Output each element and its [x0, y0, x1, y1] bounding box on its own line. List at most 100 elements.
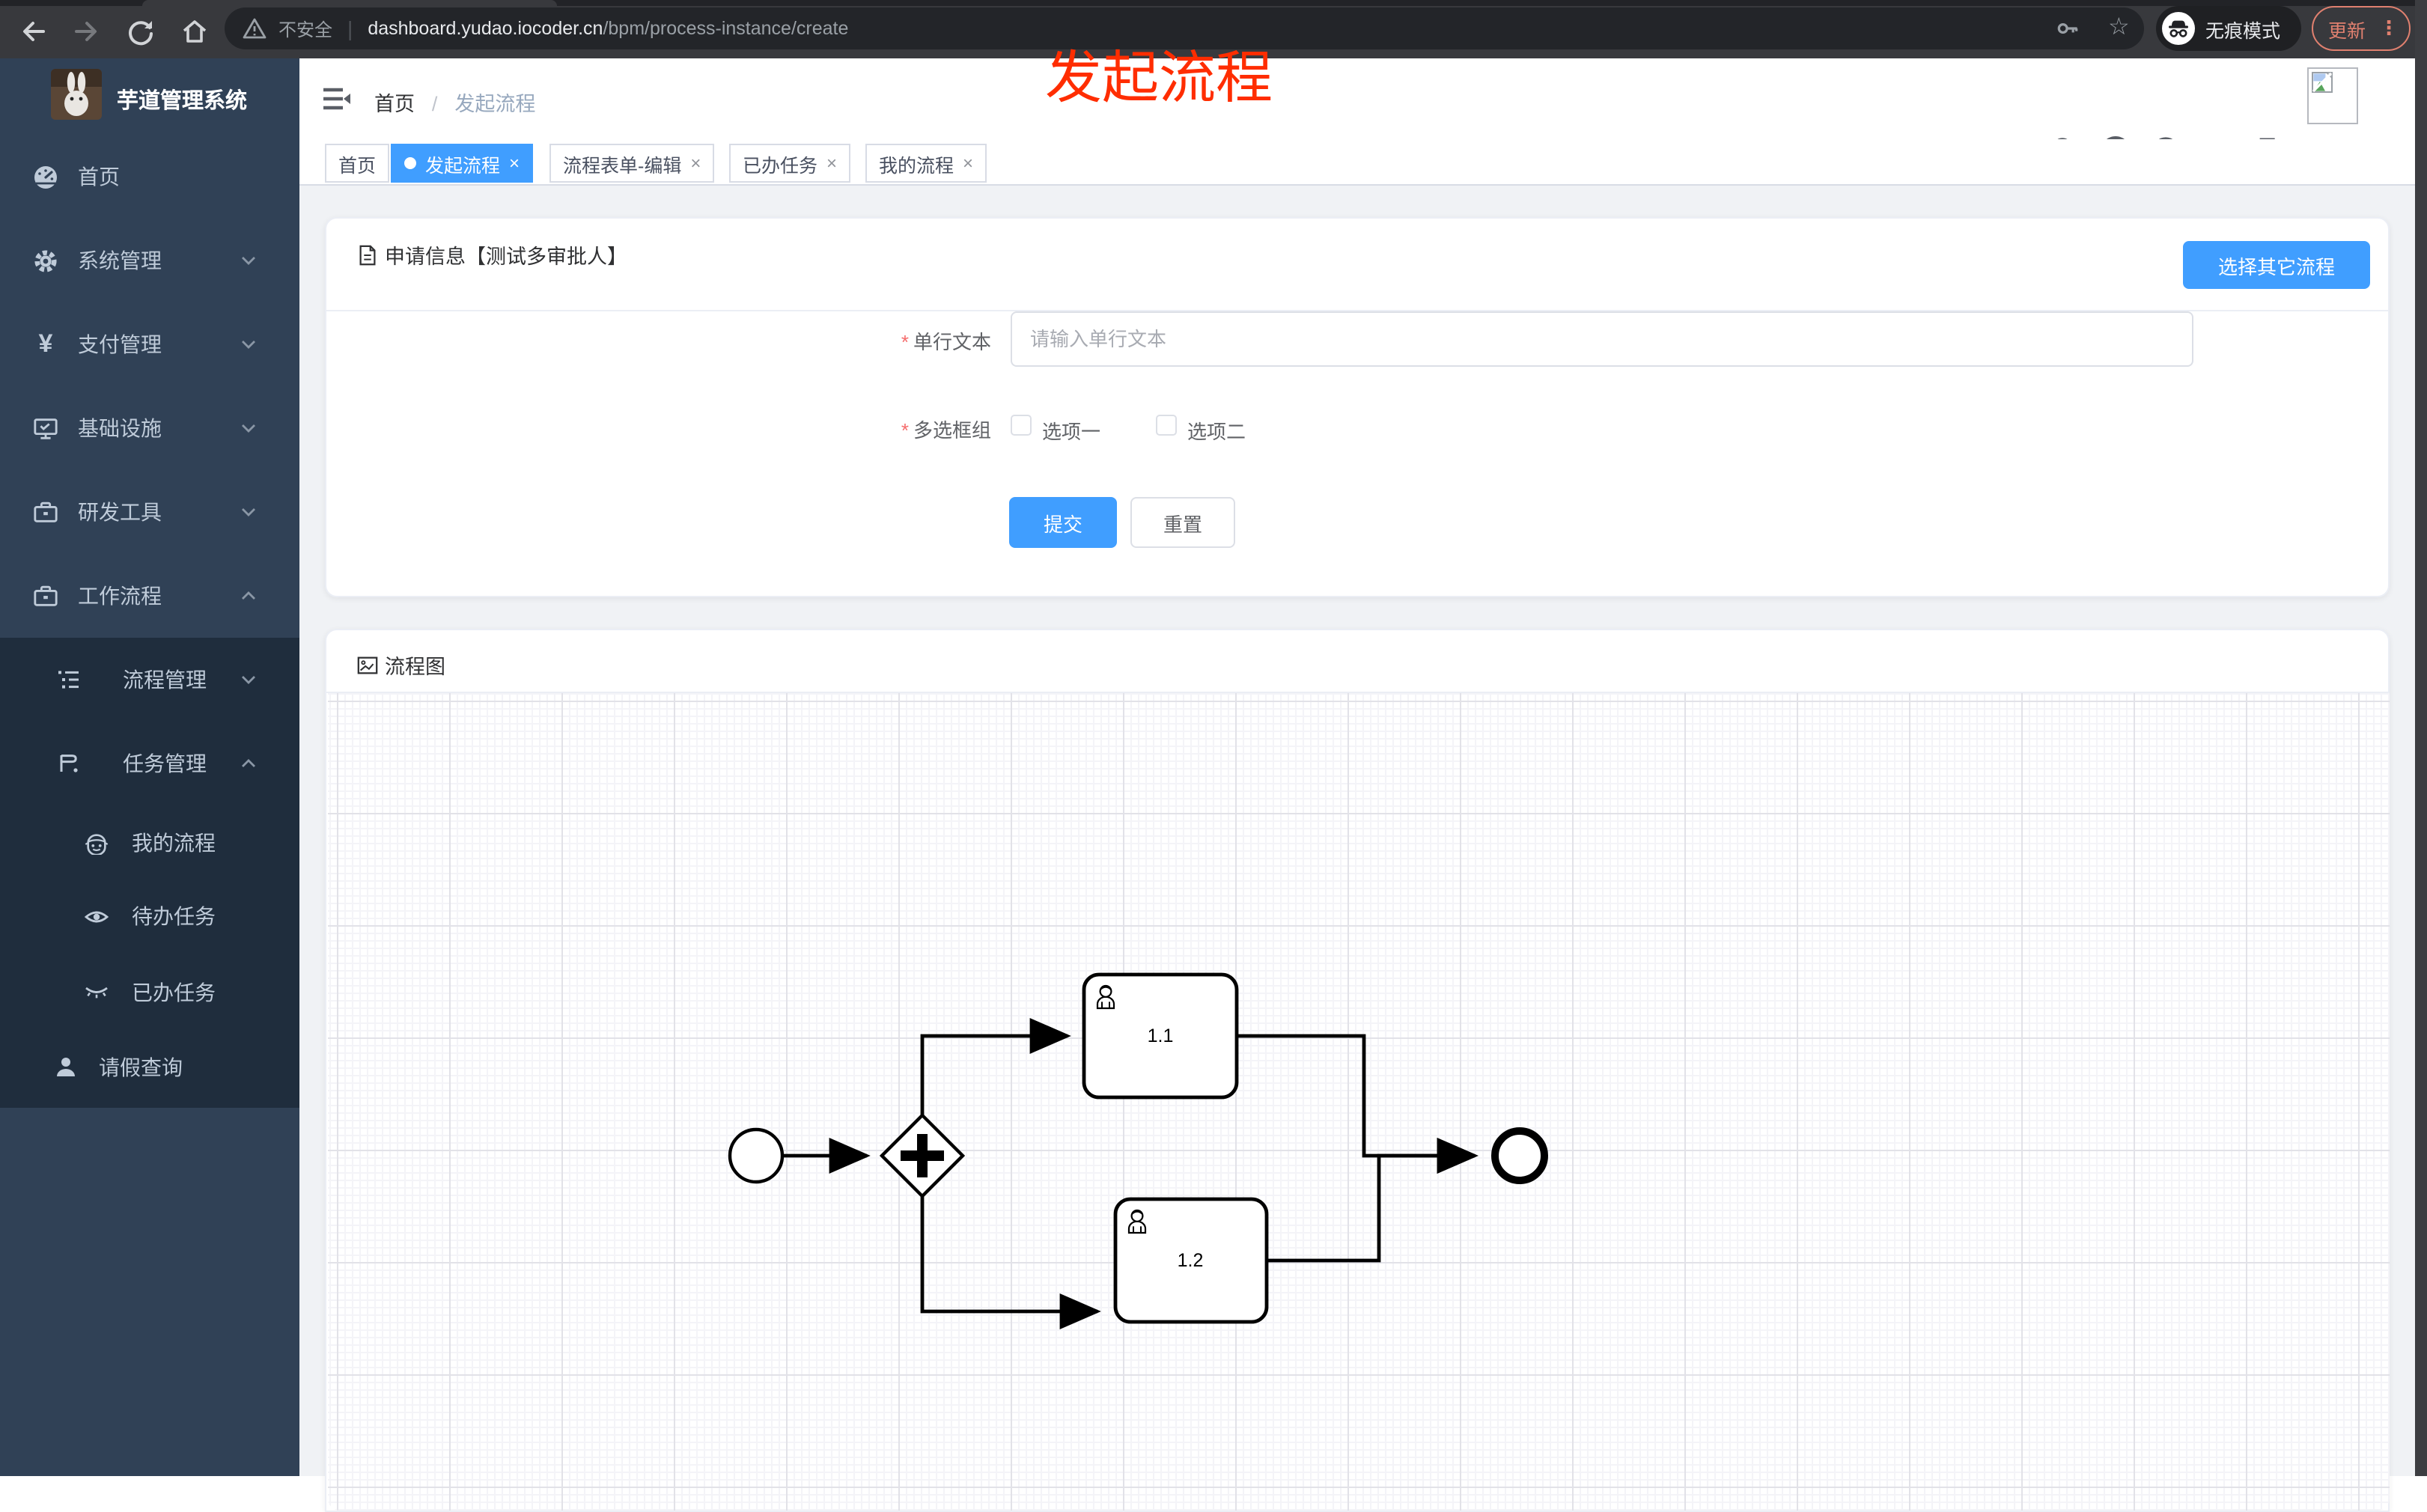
bookmark-star-icon[interactable]: ☆: [2108, 12, 2130, 42]
checkbox-option-1[interactable]: [1011, 415, 1032, 436]
tab-create-process[interactable]: 发起流程 ×: [391, 144, 534, 183]
flow-edge-gateway-task2: [920, 1196, 1101, 1329]
select-other-process-button[interactable]: 选择其它流程: [2183, 241, 2370, 289]
tab-done-tasks[interactable]: 已办任务 ×: [729, 144, 851, 183]
url-bar[interactable]: 不安全 | dashboard.yudao.iocoder.cn/bpm/pro…: [225, 7, 2144, 49]
sidebar-item-process-mgmt[interactable]: 流程管理: [0, 638, 299, 722]
flow-edge-task2-end: [1267, 1138, 1479, 1263]
back-icon[interactable]: [18, 16, 48, 46]
sidebar-item-home[interactable]: 首页: [0, 135, 299, 219]
bpmn-canvas[interactable]: 1.1 1.2: [328, 693, 2390, 1511]
chevron-down-icon: [240, 252, 258, 269]
required-mark: *: [901, 419, 909, 442]
breadcrumb-home[interactable]: 首页: [374, 93, 415, 115]
forward-icon[interactable]: [72, 16, 102, 46]
sidebar-item-label: 已办任务: [132, 981, 216, 1005]
tab-close-icon[interactable]: ×: [826, 154, 837, 172]
user-icon: [54, 1055, 78, 1079]
checkbox-option-2[interactable]: [1156, 415, 1177, 436]
bpmn-diagram: 1.1 1.2: [728, 972, 1548, 1329]
sidebar-collapse-icon[interactable]: [320, 84, 352, 114]
avatar[interactable]: [2307, 67, 2358, 124]
submit-button[interactable]: 提交: [1009, 497, 1117, 548]
required-mark: *: [901, 331, 909, 353]
single-line-text-input[interactable]: [1011, 311, 2193, 367]
eye-closed-icon: [84, 984, 109, 1002]
key-icon[interactable]: [2054, 15, 2081, 42]
sidebar-item-label: 流程管理: [123, 668, 207, 692]
browser-update-button[interactable]: 更新 ⋮: [2312, 6, 2411, 51]
tabs-bar: 首页 发起流程 × 流程表单-编辑 × 已办任务 × 我的流程 ×: [299, 139, 2415, 186]
card-header: 申请信息【测试多审批人】: [356, 240, 627, 269]
tab-label: 首页: [338, 155, 377, 176]
flow-edge-task1-end: [1237, 1034, 1479, 1174]
sidebar-item-label: 请假查询: [99, 1055, 183, 1079]
robot-face-icon: [84, 832, 109, 854]
yen-icon: ¥: [38, 329, 53, 358]
sidebar-item-label: 系统管理: [78, 249, 162, 272]
sidebar-item-label: 待办任务: [132, 904, 216, 928]
checkbox-group-label: 多选框组: [913, 419, 991, 442]
sidebar-item-infrastructure[interactable]: 基础设施: [0, 386, 299, 470]
sidebar-item-label: 我的流程: [132, 831, 216, 855]
sidebar-item-devtools[interactable]: 研发工具: [0, 470, 299, 554]
tab-close-icon[interactable]: ×: [690, 154, 701, 172]
gear-icon: [33, 248, 58, 273]
breadcrumb-separator: /: [431, 93, 438, 115]
flow-edge-gateway-task1: [920, 1018, 1071, 1115]
reset-button[interactable]: 重置: [1130, 497, 1235, 548]
briefcase-icon: [33, 499, 58, 525]
apply-info-card: 申请信息【测试多审批人】 选择其它流程 *单行文本 *多选框组 选项一 选项二 …: [325, 217, 2390, 597]
flag-icon: [57, 752, 81, 775]
scrollbar[interactable]: [2415, 0, 2427, 1476]
tab-close-icon[interactable]: ×: [509, 154, 520, 172]
tab-form-edit[interactable]: 流程表单-编辑 ×: [549, 144, 715, 183]
card-title: 流程图: [385, 656, 445, 678]
app-logo: [51, 69, 102, 120]
sidebar-item-payment[interactable]: ¥ 支付管理: [0, 302, 299, 386]
sidebar-item-label: 任务管理: [123, 752, 207, 775]
bpmn-start-event: [728, 1127, 785, 1184]
checkbox-option-2-label[interactable]: 选项二: [1187, 416, 1246, 445]
sidebar-item-label: 支付管理: [78, 332, 162, 356]
tab-close-icon[interactable]: ×: [963, 154, 973, 172]
chevron-up-icon: [240, 587, 258, 605]
tab-label: 已办任务: [743, 155, 818, 176]
browser-menu-icon[interactable]: ⋮: [2379, 16, 2399, 40]
checkbox-option-1-label[interactable]: 选项一: [1042, 416, 1100, 445]
sidebar-item-my-process[interactable]: 我的流程: [0, 805, 299, 880]
list-tree-icon: [57, 668, 81, 692]
home-icon[interactable]: [180, 16, 210, 46]
sidebar-item-system[interactable]: 系统管理: [0, 219, 299, 302]
tab-my-process[interactable]: 我的流程 ×: [865, 144, 987, 183]
sidebar-item-todo-tasks[interactable]: 待办任务: [0, 879, 299, 954]
app-header: 首页 / 发起流程 ? TT: [299, 58, 2415, 168]
monitor-icon: [33, 415, 58, 441]
chevron-down-icon: [240, 335, 258, 353]
url-separator: |: [347, 16, 353, 40]
incognito-badge: 无痕模式: [2156, 6, 2301, 51]
active-dot: [404, 157, 416, 169]
task-label: 1.1: [1148, 1025, 1174, 1046]
field-label-row: * 多选框组: [326, 415, 991, 445]
update-label[interactable]: 更新: [2328, 14, 2366, 43]
chevron-down-icon: [240, 671, 258, 689]
sidebar: 芋道管理系统 首页 系统管理 ¥ 支付管理 基础设施 研发工具 工作流程 流程管…: [0, 58, 299, 1476]
image-icon: [357, 656, 378, 674]
security-label[interactable]: 不安全: [278, 16, 332, 41]
main-content: 申请信息【测试多审批人】 选择其它流程 *单行文本 *多选框组 选项一 选项二 …: [299, 186, 2415, 1512]
tab-home[interactable]: 首页: [325, 144, 390, 183]
breadcrumb-current: 发起流程: [454, 93, 536, 115]
browser-tabstrip: [0, 0, 2427, 6]
sidebar-item-task-mgmt[interactable]: 任务管理: [0, 722, 299, 805]
sidebar-item-label: 研发工具: [78, 500, 162, 524]
chevron-down-icon: [240, 419, 258, 437]
reload-icon[interactable]: [126, 16, 156, 46]
incognito-icon: [2162, 12, 2195, 45]
field-label-row: * 单行文本: [326, 326, 991, 356]
browser-active-tab[interactable]: [142, 0, 557, 6]
sidebar-item-done-tasks[interactable]: 已办任务: [0, 955, 299, 1030]
sidebar-item-leave-query[interactable]: 请假查询: [0, 1030, 299, 1105]
task-label: 1.2: [1178, 1250, 1204, 1271]
sidebar-item-workflow[interactable]: 工作流程: [0, 554, 299, 638]
